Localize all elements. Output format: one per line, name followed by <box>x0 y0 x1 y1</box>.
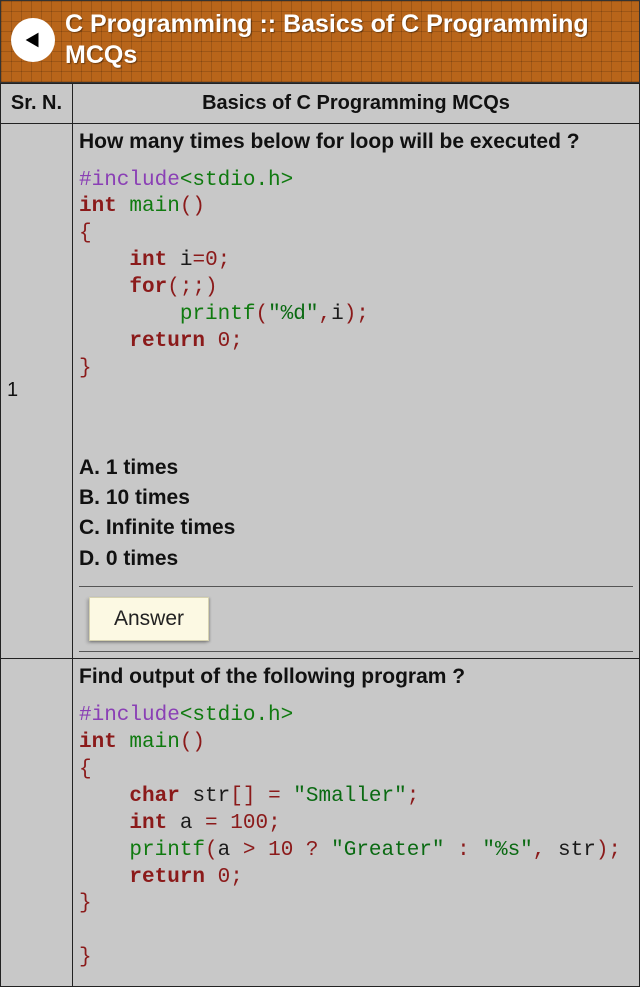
question-text: Find output of the following program ? <box>79 665 633 689</box>
options-list: A. 1 times B. 10 times C. Infinite times… <box>79 453 633 575</box>
code-block: #include<stdio.h> int main() { int i=0; … <box>79 168 633 383</box>
divider <box>79 651 633 652</box>
row2-srn <box>1 659 73 987</box>
row2-content: Find output of the following program ? #… <box>73 659 640 987</box>
table-row: 1 How many times below for loop will be … <box>1 123 640 659</box>
table-row: Find output of the following program ? #… <box>1 659 640 987</box>
back-button[interactable] <box>11 18 55 62</box>
option-a: A. 1 times <box>79 453 633 483</box>
answer-button[interactable]: Answer <box>89 597 209 641</box>
option-c: C. Infinite times <box>79 513 633 543</box>
mcq-table: Sr. N. Basics of C Programming MCQs 1 Ho… <box>0 83 640 987</box>
row1-srn: 1 <box>1 123 73 659</box>
code-block: #include<stdio.h> int main() { char str[… <box>79 703 633 972</box>
row1-content: How many times below for loop will be ex… <box>73 123 640 659</box>
option-b: B. 10 times <box>79 483 633 513</box>
back-icon <box>22 29 44 51</box>
app-header: C Programming :: Basics of C Programming… <box>0 0 640 83</box>
option-d: D. 0 times <box>79 544 633 574</box>
divider <box>79 586 633 587</box>
page-title: C Programming :: Basics of C Programming… <box>65 9 629 72</box>
question-text: How many times below for loop will be ex… <box>79 130 633 154</box>
col-question: Basics of C Programming MCQs <box>73 83 640 123</box>
table-header-row: Sr. N. Basics of C Programming MCQs <box>1 83 640 123</box>
col-srn: Sr. N. <box>1 83 73 123</box>
